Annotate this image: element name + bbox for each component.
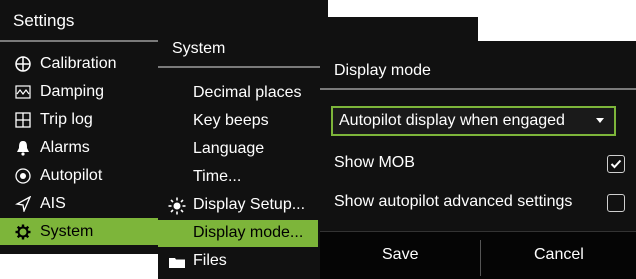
settings-item-label: Damping: [40, 82, 105, 100]
display-mode-dropdown[interactable]: Autopilot display when engaged: [331, 106, 616, 136]
system-item-label: Time...: [193, 168, 242, 185]
bell-icon: [14, 139, 32, 157]
settings-title: Settings: [13, 11, 75, 30]
folder-icon: [169, 255, 185, 273]
gear-icon: [14, 223, 32, 241]
system-title: System: [172, 40, 226, 57]
display-mode-dialog: Display mode Autopilot display when enga…: [320, 41, 636, 279]
settings-item-label: AIS: [40, 194, 66, 212]
ais-icon: [14, 195, 32, 213]
system-item-label: Files: [193, 252, 227, 269]
settings-item-label: Alarms: [40, 138, 90, 156]
show-autopilot-advanced-checkbox[interactable]: [607, 194, 625, 212]
checkmark-icon: [610, 159, 622, 169]
cancel-button[interactable]: Cancel: [534, 246, 584, 264]
system-item-label: Display Setup...: [193, 196, 306, 213]
show-mob-label: Show MOB: [334, 154, 415, 171]
show-mob-checkbox[interactable]: [607, 155, 625, 173]
save-button[interactable]: Save: [382, 246, 418, 264]
system-item-display-setup[interactable]: Display Setup...: [158, 192, 318, 219]
damping-icon: [14, 83, 32, 101]
chevron-down-icon: [596, 118, 604, 123]
system-item-label: Key beeps: [193, 112, 269, 129]
settings-item-label: System: [40, 222, 94, 240]
show-autopilot-advanced-label: Show autopilot advanced settings: [334, 193, 573, 210]
sun-icon: [168, 197, 186, 220]
settings-item-label: Autopilot: [40, 166, 103, 184]
calibration-icon: [14, 55, 32, 73]
settings-item-label: Calibration: [40, 54, 117, 72]
autopilot-icon: [14, 167, 32, 185]
display-mode-title: Display mode: [334, 62, 431, 79]
trip-log-icon: [14, 111, 32, 129]
system-item-label: Display mode...: [193, 224, 304, 241]
system-item-time[interactable]: Time...: [158, 164, 318, 191]
dialog-footer: Save Cancel: [320, 231, 636, 279]
system-item-key-beeps[interactable]: Key beeps: [158, 108, 318, 135]
system-item-label: Decimal places: [193, 84, 302, 101]
footer-separator: [480, 240, 481, 276]
dropdown-value: Autopilot display when engaged: [339, 112, 565, 129]
system-item-display-mode[interactable]: Display mode...: [158, 220, 318, 247]
settings-item-label: Trip log: [40, 110, 93, 128]
display-mode-divider: [320, 88, 636, 90]
system-item-label: Language: [193, 140, 265, 157]
system-item-decimal-places[interactable]: Decimal places: [158, 80, 318, 107]
system-item-files[interactable]: Files: [158, 248, 318, 275]
system-item-language[interactable]: Language: [158, 136, 318, 163]
